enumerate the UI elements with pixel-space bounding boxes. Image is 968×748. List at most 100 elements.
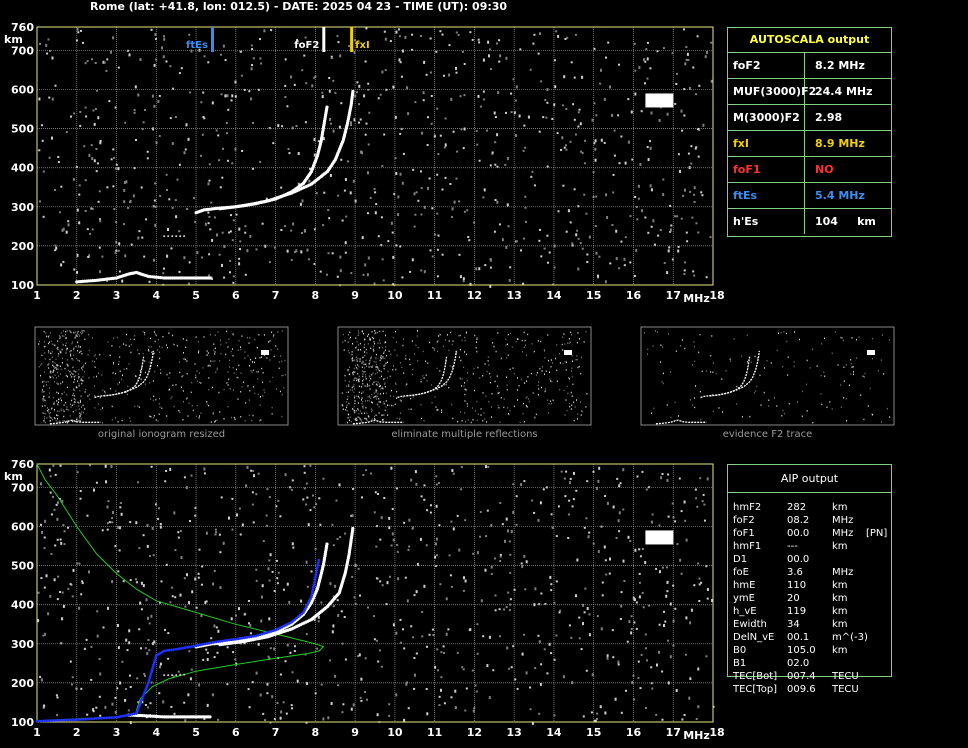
thumbnail-speck xyxy=(181,375,183,378)
thumbnail-speck xyxy=(79,346,81,348)
noise-speck xyxy=(159,525,162,529)
noise-speck xyxy=(276,582,279,585)
thumbnail-speck xyxy=(374,343,376,345)
thumbnail-speck xyxy=(562,336,564,338)
thumbnail-speck xyxy=(427,362,429,364)
noise-speck xyxy=(367,212,369,215)
thumbnail-speck xyxy=(381,387,383,390)
thumbnail-speck xyxy=(119,370,121,372)
thumbnail-speck xyxy=(579,338,580,340)
noise-speck xyxy=(78,606,81,610)
noise-speck xyxy=(227,159,229,162)
noise-speck xyxy=(638,548,641,551)
noise-speck xyxy=(206,703,209,707)
noise-speck xyxy=(118,242,121,246)
thumbnail-speck xyxy=(472,419,474,421)
thumbnail-speck xyxy=(73,398,75,400)
thumbnail-speck xyxy=(571,376,573,378)
thumbnail-speck xyxy=(81,353,83,355)
thumbnail-speck xyxy=(77,401,79,404)
noise-speck xyxy=(203,55,206,58)
noise-speck xyxy=(367,82,370,85)
thumbnail-speck xyxy=(73,395,75,397)
thumbnail-speck xyxy=(573,419,575,422)
thumbnail-speck xyxy=(152,380,154,382)
thumbnail-speck xyxy=(76,417,78,419)
thumbnail-speck xyxy=(871,337,873,340)
noise-speck xyxy=(581,151,584,154)
noise-speck xyxy=(550,589,553,592)
thumbnail-speck xyxy=(45,381,47,383)
noise-speck xyxy=(292,546,295,549)
x-trace xyxy=(218,89,355,211)
noise-speck xyxy=(291,479,294,482)
noise-speck xyxy=(42,170,45,173)
thumbnail-speck xyxy=(379,393,381,395)
thumbnail-speck xyxy=(746,361,748,363)
thumbnail-speck xyxy=(55,358,57,361)
noise-speck xyxy=(402,152,405,155)
noise-speck xyxy=(144,675,146,677)
thumbnail-speck xyxy=(140,378,142,381)
thumbnail-speck xyxy=(375,361,377,363)
thumbnail-speck xyxy=(794,331,795,333)
noise-speck xyxy=(430,95,433,97)
aip-row-name: TEC[Top] xyxy=(733,684,778,695)
noise-speck xyxy=(571,505,574,508)
noise-speck xyxy=(499,560,502,562)
noise-speck xyxy=(340,102,343,105)
thumbnail-speck xyxy=(242,381,244,383)
noise-speck xyxy=(462,668,465,671)
noise-speck xyxy=(440,688,442,692)
thumbnail-speck xyxy=(279,390,281,393)
density-profile-line xyxy=(36,463,325,722)
noise-speck xyxy=(595,251,598,255)
noise-speck xyxy=(630,615,633,618)
thumbnail-speck xyxy=(437,408,439,411)
thumbnail-speck xyxy=(452,417,454,420)
aip-row-value: 110 xyxy=(787,580,807,591)
y-tick-label: 100 xyxy=(11,279,34,292)
noise-speck xyxy=(520,562,523,565)
noise-speck xyxy=(305,633,308,636)
thumbnail-speck xyxy=(405,358,407,360)
thumbnail-speck xyxy=(396,417,398,420)
noise-speck xyxy=(401,181,404,185)
x-tick-label: 6 xyxy=(232,289,240,302)
noise-speck xyxy=(457,34,460,37)
noise-speck xyxy=(568,481,571,485)
noise-speck xyxy=(538,130,541,133)
thumbnail-speck xyxy=(154,340,156,343)
noise-speck xyxy=(386,581,389,585)
thumbnail-speck xyxy=(390,375,392,378)
noise-speck xyxy=(312,494,314,497)
thumbnail-speck xyxy=(380,357,382,360)
thumbnail-speck xyxy=(483,412,485,414)
es-second-trace-point xyxy=(171,674,174,677)
thumbnail-speck xyxy=(126,367,128,370)
noise-speck xyxy=(107,500,110,503)
thumbnail-speck xyxy=(150,416,152,418)
noise-speck xyxy=(96,89,99,92)
thumbnail-speck xyxy=(733,338,735,340)
thumbnail-speck xyxy=(223,418,225,420)
thumbnail-speck xyxy=(152,399,154,401)
noise-speck xyxy=(705,51,708,54)
thumbnail-speck xyxy=(276,388,277,390)
noise-speck xyxy=(337,684,340,687)
thumbnail-speck xyxy=(101,422,103,424)
aip-row-value: 34 xyxy=(787,619,800,630)
thumbnail-speck xyxy=(489,381,491,384)
noise-speck xyxy=(111,580,114,584)
thumbnail-speck xyxy=(770,362,772,364)
noise-speck xyxy=(252,521,255,524)
noise-speck xyxy=(505,56,508,60)
y-tick-label: 200 xyxy=(11,240,34,253)
noise-speck xyxy=(655,567,658,570)
thumbnail-speck xyxy=(361,397,363,399)
noise-speck xyxy=(137,481,139,484)
thumbnail-speck xyxy=(729,358,731,360)
thumbnail-speck xyxy=(262,372,264,374)
noise-speck xyxy=(259,160,262,163)
thumbnail-speck xyxy=(75,418,77,421)
